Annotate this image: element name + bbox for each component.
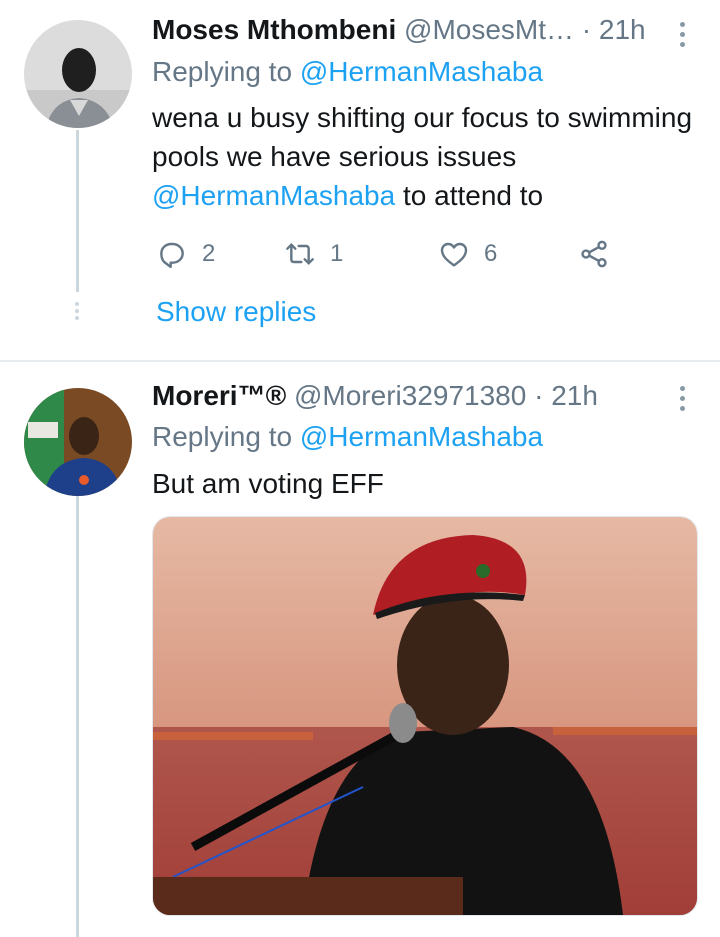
share-button[interactable] [578, 234, 624, 274]
replying-to: Replying to @HermanMashaba [152, 56, 543, 88]
retweet-icon [286, 243, 314, 265]
tweet-photo[interactable] [152, 516, 698, 916]
like-count: 6 [484, 240, 498, 267]
tweet[interactable]: Moses Mthombeni @MosesMt… · 21h Replying… [0, 0, 720, 360]
tweet-mention[interactable]: @HermanMashaba [152, 180, 395, 211]
reply-icon [160, 242, 184, 269]
show-replies-link[interactable]: Show replies [156, 296, 316, 328]
tweet-header: Moreri™® @Moreri32971380 · 21h [152, 380, 598, 412]
reply-count: 2 [202, 240, 216, 267]
thread-line [76, 130, 79, 292]
like-icon [440, 242, 468, 267]
tweet-text: But am voting EFF [152, 468, 384, 499]
avatar[interactable] [24, 388, 132, 496]
thread-gap-dots [72, 302, 82, 323]
username[interactable]: @MosesMt… [404, 14, 574, 45]
display-name[interactable]: Moses Mthombeni [152, 14, 396, 45]
more-icon[interactable] [678, 386, 686, 416]
tweet-header: Moses Mthombeni @MosesMt… · 21h [152, 14, 646, 46]
more-icon[interactable] [678, 22, 686, 52]
tweet-text-part: wena u busy shifting our focus to swimmi… [152, 102, 693, 172]
retweet-count: 1 [330, 240, 344, 267]
replying-to-label: Replying to [152, 56, 293, 87]
tweet-text: wena u busy shifting our focus to swimmi… [152, 98, 697, 215]
replying-to-mention[interactable]: @HermanMashaba [300, 56, 543, 87]
timestamp[interactable]: · 21h [582, 14, 646, 45]
tweet-text-part: to attend to [402, 180, 544, 211]
replying-to: Replying to @HermanMashaba [152, 421, 543, 453]
like-button[interactable]: 6 [438, 234, 497, 274]
timestamp[interactable]: · 21h [534, 380, 598, 411]
username[interactable]: @Moreri32971380 [294, 380, 526, 411]
replying-to-mention[interactable]: @HermanMashaba [300, 421, 543, 452]
retweet-button[interactable]: 1 [284, 234, 343, 274]
share-icon [581, 240, 607, 268]
display-name[interactable]: Moreri™® [152, 380, 286, 411]
avatar[interactable] [24, 20, 132, 128]
reply-button[interactable]: 2 [156, 234, 215, 274]
tweet-actions: 2 1 6 [152, 234, 622, 274]
thread-line [76, 496, 79, 937]
replying-to-label: Replying to [152, 421, 293, 452]
